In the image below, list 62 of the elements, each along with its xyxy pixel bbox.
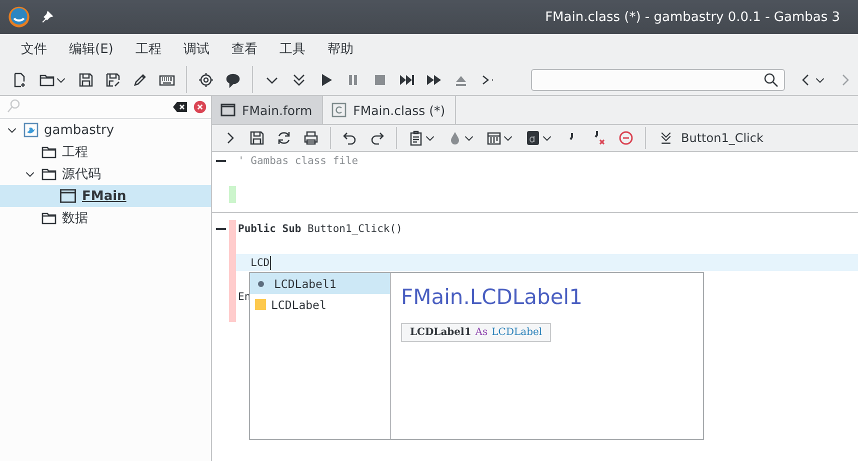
tree-item[interactable]: FMain [0,185,211,207]
menu-item[interactable]: 帮助 [316,40,364,58]
new-file-icon[interactable] [12,72,28,88]
settings-icon[interactable] [198,72,214,88]
menu-item[interactable]: 调试 [172,40,220,58]
app-logo-icon [8,6,30,28]
menu-item[interactable]: 编辑(E) [58,40,124,58]
completion-item[interactable]: LCDLabel1 [250,273,390,294]
refresh-icon[interactable] [276,130,292,146]
tree-item[interactable]: gambastry [0,119,211,141]
speech-bubble-icon[interactable] [225,72,241,88]
search-field[interactable] [531,68,785,90]
folder-icon[interactable] [41,144,57,160]
tree-item[interactable]: 源代码 [0,163,211,185]
dot-icon [258,280,264,286]
window-icon [59,187,77,205]
stop-sign-icon[interactable] [618,130,634,146]
double-chevron-down-icon[interactable] [291,72,307,88]
collapse-all-icon[interactable] [659,131,673,145]
code-line: Public Sub Button1_Click() [238,222,402,234]
class-file-icon [331,102,348,118]
dark-square-icon[interactable] [525,130,541,146]
tree-label: 数据 [62,210,88,227]
tree-label: 工程 [62,144,88,161]
editor-tab[interactable]: FMain.form [212,96,324,124]
menu-item[interactable]: 工具 [268,40,316,58]
tree-label: FMain [82,188,126,204]
window-icon [220,102,236,118]
folder-icon[interactable] [41,210,57,226]
tree-label: gambastry [44,122,114,138]
print-icon[interactable] [303,130,319,146]
pin-icon[interactable] [40,10,54,24]
save-icon[interactable] [249,130,265,146]
symbol-title: FMain.LCDLabel1 [401,285,582,309]
fold-marker-icon[interactable] [216,160,226,162]
window-title: FMain.class (*) - gambastry 0.0.1 - Gambas 3 [545,10,840,24]
fold-marker-icon[interactable] [216,228,226,230]
clear-field-icon[interactable] [171,99,189,115]
folder-icon[interactable] [41,166,57,182]
code-line: ' Gambas class file [238,154,358,166]
tree-item[interactable]: 数据 [0,207,211,229]
menu-item[interactable]: 工程 [124,40,172,58]
symbol-signature: LCDLabel1 As LCDLabel [401,323,552,342]
search-icon[interactable] [763,72,779,88]
menu-item[interactable]: 文件 [10,40,58,58]
project-icon [23,122,39,138]
completion-item[interactable]: LCDLabel [250,294,390,315]
text-cursor [270,256,271,270]
tree-label: 源代码 [62,166,101,183]
clipboard-icon[interactable] [408,130,424,146]
tree-item[interactable]: 工程 [0,141,211,163]
save-as-icon[interactable] [105,72,121,88]
redo-icon[interactable] [369,130,385,146]
code-line: LCD [250,256,270,268]
pencil-icon[interactable] [132,72,148,88]
menu-item[interactable]: 查看 [220,40,268,58]
close-icon[interactable] [193,100,207,114]
square-icon [255,299,266,310]
save-icon[interactable] [78,72,94,88]
calendar-icon[interactable] [486,130,502,146]
undo-icon[interactable] [342,130,358,146]
procedure-selector[interactable]: Button1_Click [653,131,770,145]
